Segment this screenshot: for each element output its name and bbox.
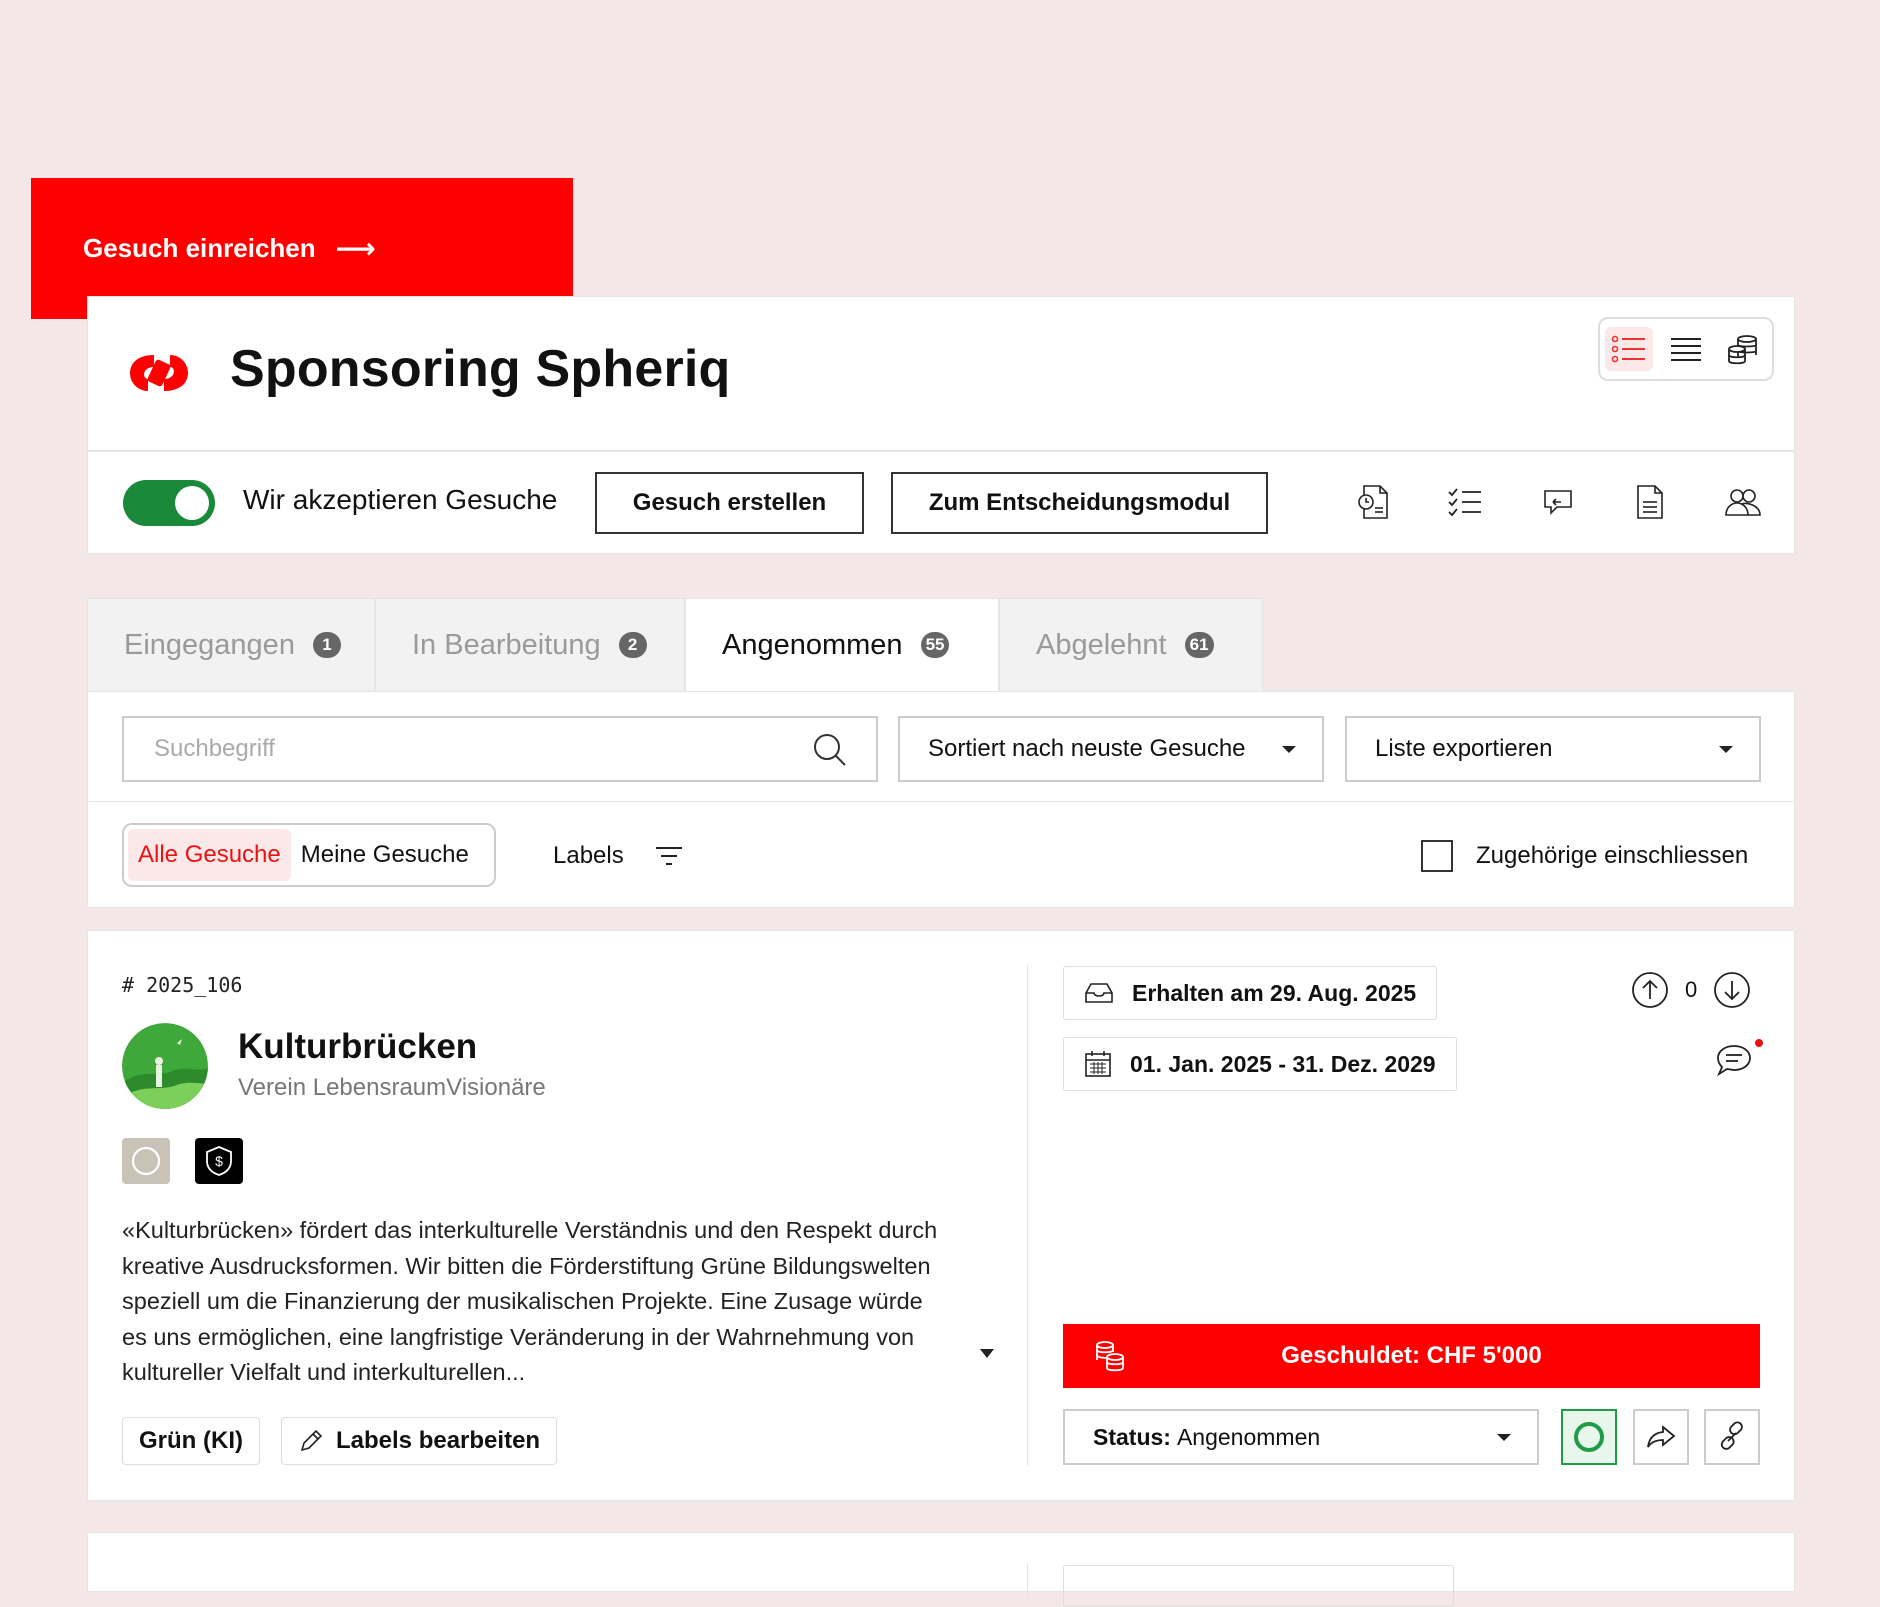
page-title: Sponsoring Spheriq bbox=[230, 340, 731, 398]
create-request-button[interactable]: Gesuch erstellen bbox=[595, 472, 864, 534]
accept-requests-toggle[interactable] bbox=[123, 480, 215, 526]
received-date: Erhalten am 29. Aug. 2025 bbox=[1063, 966, 1438, 1020]
funding-period-text: 01. Jan. 2025 - 31. Dez. 2029 bbox=[1130, 1050, 1436, 1077]
module-toolbar: Wir akzeptieren Gesuche Gesuch erstellen… bbox=[87, 451, 1795, 554]
search-box bbox=[122, 716, 878, 782]
tab-count-badge: 61 bbox=[1184, 632, 1214, 658]
chevron-down-icon bbox=[1719, 746, 1733, 753]
request-card-next bbox=[87, 1532, 1795, 1607]
divider bbox=[1027, 1563, 1028, 1603]
tab-in-bearbeitung[interactable]: In Bearbeitung 2 bbox=[375, 598, 685, 692]
scope-mine-option[interactable]: Meine Gesuche bbox=[291, 829, 479, 881]
label-chip: Grün (KI) bbox=[122, 1417, 260, 1465]
document-clock-icon[interactable] bbox=[1353, 482, 1393, 522]
tab-label: Angenommen bbox=[722, 628, 903, 661]
organization-avatar bbox=[122, 1023, 208, 1109]
document-icon[interactable] bbox=[1630, 482, 1670, 522]
tab-label: In Bearbeitung bbox=[412, 628, 601, 661]
received-date-text: Erhalten am 29. Aug. 2025 bbox=[1132, 979, 1417, 1006]
checklist-icon[interactable] bbox=[1445, 482, 1485, 522]
tab-angenommen[interactable]: Angenommen 55 bbox=[685, 598, 999, 692]
vote-count: 0 bbox=[1685, 977, 1698, 1002]
tab-count-badge: 55 bbox=[920, 632, 950, 658]
search-icon[interactable] bbox=[812, 732, 848, 768]
link-icon bbox=[1720, 1421, 1743, 1450]
budget-icon[interactable] bbox=[1719, 327, 1767, 371]
tab-eingegangen[interactable]: Eingegangen 1 bbox=[87, 598, 375, 692]
tab-label: Eingegangen bbox=[124, 628, 295, 661]
organization-name: Verein LebensraumVisionäre bbox=[238, 1074, 546, 1101]
sort-select[interactable]: Sortiert nach neuste Gesuche bbox=[898, 716, 1324, 782]
edit-labels-button[interactable]: Labels bearbeiten bbox=[281, 1417, 558, 1465]
ring-icon bbox=[1574, 1422, 1604, 1452]
link-button[interactable] bbox=[1704, 1409, 1760, 1465]
accept-requests-label: Wir akzeptieren Gesuche bbox=[243, 484, 558, 515]
request-id: # 2025_106 bbox=[122, 973, 243, 997]
module-header: Sponsoring Spheriq bbox=[87, 296, 1795, 451]
upvote-icon[interactable] bbox=[1631, 971, 1669, 1009]
inbox-icon bbox=[1084, 981, 1114, 1005]
status-value: Angenommen bbox=[1176, 1423, 1321, 1450]
status-tabs: Eingegangen 1 In Bearbeitung 2 Angenomme… bbox=[87, 598, 1263, 692]
calendar-icon bbox=[1084, 1050, 1112, 1078]
submit-request-label: Gesuch einreichen bbox=[83, 233, 316, 263]
spheriq-logo bbox=[130, 355, 188, 391]
status-label: Status: bbox=[1093, 1423, 1171, 1450]
request-description: «Kulturbrücken» fördert das interkulture… bbox=[122, 1217, 938, 1385]
compact-list-icon[interactable] bbox=[1662, 327, 1710, 371]
export-value: Liste exportieren bbox=[1375, 735, 1553, 762]
owed-amount-text: Geschuldet: CHF 5'000 bbox=[1281, 1342, 1542, 1369]
tab-abgelehnt[interactable]: Abgelehnt 61 bbox=[999, 598, 1263, 692]
scope-all-option[interactable]: Alle Gesuche bbox=[128, 829, 291, 881]
info-stub bbox=[1063, 1565, 1454, 1607]
tab-label: Abgelehnt bbox=[1036, 628, 1167, 661]
arrow-right-icon: ⟶ bbox=[335, 233, 376, 264]
view-mode-switch bbox=[1598, 317, 1774, 381]
funding-period: 01. Jan. 2025 - 31. Dez. 2029 bbox=[1063, 1037, 1457, 1091]
search-input[interactable] bbox=[152, 734, 796, 764]
decision-module-button[interactable]: Zum Entscheidungsmodul bbox=[891, 472, 1268, 534]
export-select[interactable]: Liste exportieren bbox=[1345, 716, 1761, 782]
status-circle-icon bbox=[122, 1138, 170, 1184]
scope-switch: Alle Gesuche Meine Gesuche bbox=[122, 823, 496, 887]
request-title[interactable]: Kulturbrücken bbox=[238, 1027, 477, 1067]
request-card[interactable]: # 2025_106 Kulturbrücken Verein Lebensra… bbox=[87, 930, 1795, 1501]
money-shield-icon: $ bbox=[195, 1138, 243, 1184]
tab-count-badge: 1 bbox=[312, 632, 341, 658]
reply-message-icon[interactable] bbox=[1538, 482, 1578, 522]
pencil-icon bbox=[300, 1429, 323, 1452]
owed-amount-bar: Geschuldet: CHF 5'000 bbox=[1063, 1324, 1760, 1388]
status-ring-button[interactable] bbox=[1561, 1409, 1617, 1465]
comments-icon[interactable] bbox=[1715, 1043, 1753, 1077]
unread-indicator bbox=[1755, 1039, 1763, 1047]
detail-list-icon[interactable] bbox=[1604, 327, 1653, 371]
downvote-icon[interactable] bbox=[1713, 971, 1751, 1009]
team-icon[interactable] bbox=[1723, 482, 1763, 522]
include-related-label: Zugehörige einschliessen bbox=[1476, 842, 1749, 869]
filter-icon bbox=[655, 847, 682, 865]
tab-count-badge: 2 bbox=[618, 632, 647, 658]
coins-icon bbox=[1096, 1341, 1124, 1372]
divider bbox=[1027, 965, 1028, 1466]
filter-bar: Sortiert nach neuste Gesuche Liste expor… bbox=[87, 691, 1795, 908]
expand-description-icon[interactable] bbox=[980, 1349, 994, 1358]
sort-value: Sortiert nach neuste Gesuche bbox=[928, 735, 1246, 762]
edit-labels-label: Labels bearbeiten bbox=[336, 1427, 541, 1454]
chevron-down-icon bbox=[1282, 746, 1296, 753]
labels-filter[interactable]: Labels bbox=[553, 842, 684, 870]
chevron-down-icon bbox=[1497, 1434, 1511, 1441]
labels-filter-label: Labels bbox=[553, 842, 624, 869]
svg-text:$: $ bbox=[215, 1153, 223, 1169]
vote-control: 0 bbox=[1631, 971, 1751, 1009]
forward-button[interactable] bbox=[1633, 1409, 1689, 1465]
status-select[interactable]: Status: Angenommen bbox=[1063, 1409, 1539, 1465]
divider bbox=[88, 801, 1794, 802]
include-related-checkbox[interactable] bbox=[1421, 840, 1453, 872]
share-arrow-icon bbox=[1647, 1425, 1676, 1448]
